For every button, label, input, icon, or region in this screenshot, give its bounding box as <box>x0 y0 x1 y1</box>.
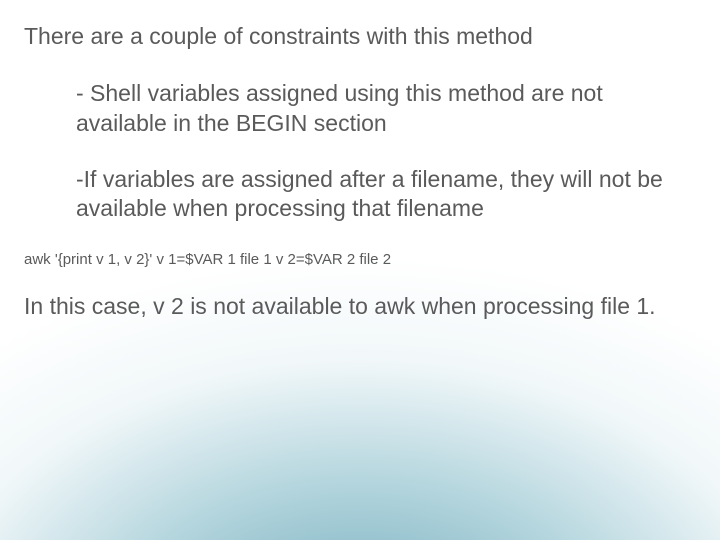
conclusion-text: In this case, v 2 is not available to aw… <box>24 292 664 322</box>
slide: There are a couple of constraints with t… <box>0 0 720 540</box>
intro-text: There are a couple of constraints with t… <box>24 22 690 51</box>
code-example: awk '{print v 1, v 2}' v 1=$VAR 1 file 1… <box>24 250 690 270</box>
constraint-1: - Shell variables assigned using this me… <box>76 79 666 139</box>
constraint-2: -If variables are assigned after a filen… <box>76 165 666 225</box>
